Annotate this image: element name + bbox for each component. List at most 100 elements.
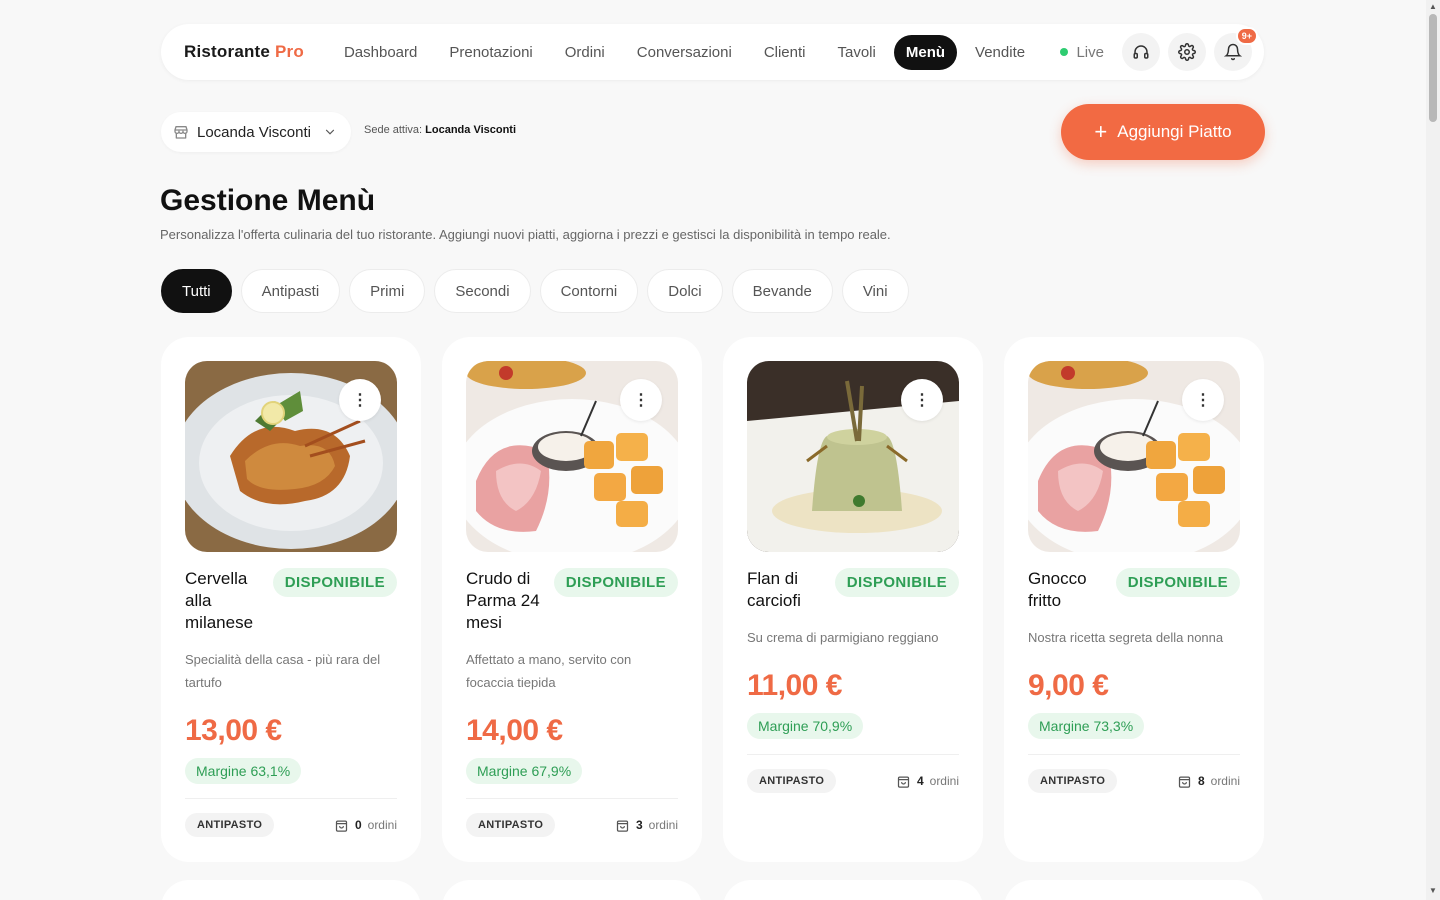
logo-accent: Pro <box>275 42 304 61</box>
margin-badge: Margine 63,1% <box>185 758 302 784</box>
more-options-icon[interactable]: ⋮ <box>901 379 943 421</box>
dish-title-row: Gnocco fritto DISPONIBILE <box>1028 568 1240 612</box>
nav-links: Dashboard Prenotazioni Ordini Conversazi… <box>330 34 1039 70</box>
more-options-icon[interactable]: ⋮ <box>1182 379 1224 421</box>
margin-badge: Margine 73,3% <box>1028 713 1145 739</box>
category-vini[interactable]: Vini <box>841 269 909 313</box>
store-icon <box>174 126 188 139</box>
dish-card[interactable] <box>442 880 702 900</box>
scroll-down-icon[interactable]: ▼ <box>1429 887 1437 895</box>
dish-image-prosciutto-platter: ⋮ <box>466 361 678 552</box>
category-contorni[interactable]: Contorni <box>539 269 639 313</box>
chevron-down-icon <box>325 129 335 135</box>
orders-count: 4 ordini <box>896 774 959 789</box>
nav-tavoli[interactable]: Tavoli <box>824 35 890 70</box>
category-tutti[interactable]: Tutti <box>161 269 232 313</box>
category-tag: ANTIPASTO <box>185 813 275 837</box>
nav-right: Live 9+ <box>1060 27 1258 71</box>
page-scrollbar[interactable]: ▲ ▼ <box>1426 0 1440 900</box>
category-tag: ANTIPASTO <box>466 813 556 837</box>
dish-card[interactable] <box>1004 880 1264 900</box>
orders-number: 8 <box>1197 774 1205 788</box>
dish-name: Cervella alla milanese <box>185 569 254 632</box>
dish-image-fried-cutlet: ⋮ <box>185 361 397 552</box>
nav-vendite[interactable]: Vendite <box>961 35 1039 70</box>
dish-price: 11,00 € <box>747 669 842 702</box>
orders-number: 3 <box>635 818 643 832</box>
dish-description: Nostra ricetta segreta della nonna <box>1028 630 1224 645</box>
category-antipasti[interactable]: Antipasti <box>240 269 341 313</box>
card-footer: ANTIPASTO 0 ordini <box>185 798 397 837</box>
nav-menu[interactable]: Menù <box>893 34 958 70</box>
dish-image-prosciutto-platter: ⋮ <box>1028 361 1240 552</box>
orders-label: ordini <box>367 818 397 832</box>
category-tag: ANTIPASTO <box>747 769 837 793</box>
notifications-button[interactable]: 9+ <box>1214 27 1258 71</box>
dish-card[interactable]: ⋮ Gnocco fritto DISPONIBILE Nostra ricet… <box>1004 337 1264 862</box>
dish-grid-row-2 <box>161 880 1264 900</box>
dish-title-row: Crudo di Parma 24 mesi DISPONIBILE <box>466 568 678 634</box>
category-filters: Tutti Antipasti Primi Secondi Contorni D… <box>161 269 909 313</box>
dish-price: 9,00 € <box>1028 669 1109 702</box>
nav-conversazioni[interactable]: Conversazioni <box>623 35 746 70</box>
margin-badge: Margine 67,9% <box>466 758 583 784</box>
category-dolci[interactable]: Dolci <box>647 269 723 313</box>
dish-title-row: Cervella alla milanese DISPONIBILE <box>185 568 397 634</box>
scroll-up-icon[interactable]: ▲ <box>1429 3 1437 11</box>
active-site-prefix: Sede attiva: <box>364 124 423 136</box>
dish-description: Su crema di parmigiano reggiano <box>747 630 939 645</box>
nav-dashboard[interactable]: Dashboard <box>330 35 431 70</box>
add-dish-label: Aggiungi Piatto <box>1117 122 1232 141</box>
top-navbar: Ristorante Pro Dashboard Prenotazioni Or… <box>161 24 1264 80</box>
page-title: Gestione Menù <box>160 184 376 217</box>
card-footer: ANTIPASTO 4 ordini <box>747 754 959 793</box>
location-label: Locanda Visconti <box>197 123 311 141</box>
plus-icon: + <box>1094 119 1108 144</box>
nav-ordini[interactable]: Ordini <box>551 35 619 70</box>
category-bevande[interactable]: Bevande <box>731 269 833 313</box>
add-dish-button[interactable]: + Aggiungi Piatto <box>1061 104 1265 160</box>
location-selector[interactable]: Locanda Visconti <box>161 112 351 152</box>
more-options-icon[interactable]: ⋮ <box>620 379 662 421</box>
active-site-label: Sede attiva: Locanda Visconti <box>364 124 516 136</box>
dish-price: 13,00 € <box>185 714 282 747</box>
shopping-bag-icon <box>335 820 348 832</box>
orders-count: 0 ordini <box>334 818 397 833</box>
category-primi[interactable]: Primi <box>349 269 426 313</box>
dish-card[interactable]: ⋮ Flan di carciofi DISPONIBILE Su crema … <box>723 337 983 862</box>
card-footer: ANTIPASTO 3 ordini <box>466 798 678 837</box>
dish-card[interactable] <box>723 880 983 900</box>
nav-clienti[interactable]: Clienti <box>750 35 820 70</box>
status-badge[interactable]: DISPONIBILE <box>272 568 397 597</box>
orders-label: ordini <box>1210 774 1240 788</box>
status-badge[interactable]: DISPONIBILE <box>553 568 678 597</box>
status-badge[interactable]: DISPONIBILE <box>834 568 959 597</box>
active-site-name: Locanda Visconti <box>425 124 517 136</box>
status-badge[interactable]: DISPONIBILE <box>1115 568 1240 597</box>
nav-prenotazioni[interactable]: Prenotazioni <box>435 35 546 70</box>
dish-name: Flan di carciofi <box>747 569 801 610</box>
notification-badge: 9+ <box>1235 27 1258 45</box>
margin-badge: Margine 70,9% <box>747 713 864 739</box>
dish-grid: ⋮ Cervella alla milanese DISPONIBILE Spe… <box>161 337 1264 862</box>
support-button[interactable] <box>1122 33 1160 71</box>
more-options-icon[interactable]: ⋮ <box>339 379 381 421</box>
category-tag: ANTIPASTO <box>1028 769 1118 793</box>
dish-image-artichoke-flan: ⋮ <box>747 361 959 552</box>
category-secondi[interactable]: Secondi <box>434 269 531 313</box>
settings-button[interactable] <box>1168 33 1206 71</box>
orders-label: ordini <box>648 818 678 832</box>
orders-count: 8 ordini <box>1177 774 1240 789</box>
app-logo[interactable]: Ristorante Pro <box>184 42 304 62</box>
live-dot-icon <box>1060 48 1069 56</box>
bell-icon <box>1224 43 1242 61</box>
page-subtitle: Personalizza l'offerta culinaria del tuo… <box>160 227 891 242</box>
dish-card[interactable]: ⋮ Crudo di Parma 24 mesi DISPONIBILE Aff… <box>442 337 702 862</box>
scroll-thumb[interactable] <box>1429 14 1437 122</box>
live-indicator[interactable]: Live <box>1060 44 1104 61</box>
shopping-bag-icon <box>1178 776 1191 788</box>
dish-card[interactable]: ⋮ Cervella alla milanese DISPONIBILE Spe… <box>161 337 421 862</box>
gear-icon <box>1178 43 1196 61</box>
orders-number: 4 <box>916 774 924 788</box>
dish-card[interactable] <box>161 880 421 900</box>
